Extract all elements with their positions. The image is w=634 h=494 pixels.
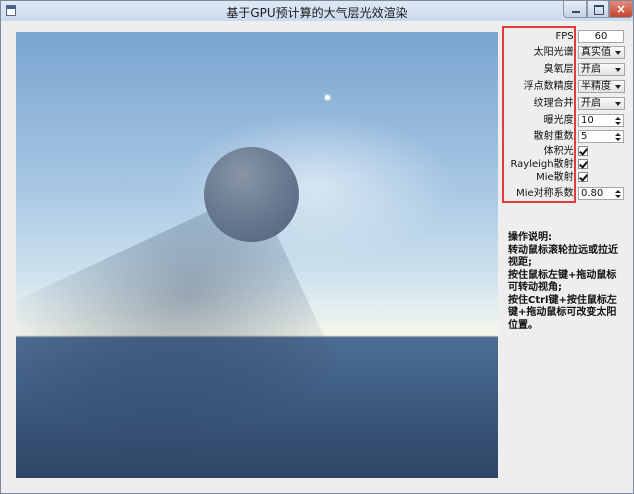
exposure-value: 10 — [581, 115, 594, 126]
instruction-line: 转动鼠标滚轮拉远或拉近视距; — [508, 244, 618, 269]
ozone-select[interactable]: 开启 — [578, 63, 625, 76]
ozone-value: 开启 — [581, 64, 601, 75]
close-button[interactable]: × — [609, 1, 633, 18]
minimize-icon — [572, 11, 580, 13]
fps-display: 60 — [578, 30, 624, 43]
minimize-button[interactable] — [563, 1, 587, 18]
title-bar[interactable]: 基于GPU预计算的大气层光效渲染 × — [1, 1, 633, 21]
sphere — [204, 147, 299, 242]
mie-coefficient-spinbox[interactable]: 0.80 — [578, 187, 624, 200]
render-viewport[interactable] — [16, 32, 498, 478]
instructions: 操作说明: 转动鼠标滚轮拉远或拉近视距; 按住鼠标左键+拖动鼠标可转动视角; 按… — [508, 232, 624, 332]
float-precision-value: 半精度 — [581, 81, 611, 92]
mie-coefficient-value: 0.80 — [581, 188, 604, 199]
spin-down-icon[interactable] — [614, 137, 622, 142]
volumetric-light-checkbox[interactable] — [578, 146, 588, 156]
texture-merge-value: 开启 — [581, 98, 601, 109]
sun-spectrum-value: 真实值 — [581, 47, 611, 58]
scatter-orders-value: 5 — [581, 131, 588, 142]
window-title: 基于GPU预计算的大气层光效渲染 — [226, 6, 408, 20]
close-icon: × — [615, 2, 627, 16]
maximize-icon — [594, 5, 604, 15]
instructions-title: 操作说明: — [508, 232, 552, 243]
instruction-line: 按住Ctrl键+按住鼠标左键+拖动鼠标可改变太阳位置。 — [508, 294, 617, 331]
spin-down-icon[interactable] — [614, 121, 622, 126]
chevron-down-icon — [615, 102, 621, 106]
sun-spectrum-select[interactable]: 真实值 — [578, 46, 625, 59]
scatter-orders-spinbox[interactable]: 5 — [578, 130, 624, 143]
spin-down-icon[interactable] — [614, 194, 622, 199]
chevron-down-icon — [615, 51, 621, 55]
maximize-button[interactable] — [587, 1, 609, 18]
mie-checkbox[interactable] — [578, 172, 588, 182]
texture-merge-select[interactable]: 开启 — [578, 97, 625, 110]
chevron-down-icon — [615, 85, 621, 89]
instruction-line: 按住鼠标左键+拖动鼠标可转动视角; — [508, 269, 617, 294]
rayleigh-checkbox[interactable] — [578, 159, 588, 169]
exposure-spinbox[interactable]: 10 — [578, 114, 624, 127]
highlight-box — [502, 26, 576, 203]
chevron-down-icon — [615, 68, 621, 72]
sun — [325, 95, 330, 100]
float-precision-select[interactable]: 半精度 — [578, 80, 625, 93]
